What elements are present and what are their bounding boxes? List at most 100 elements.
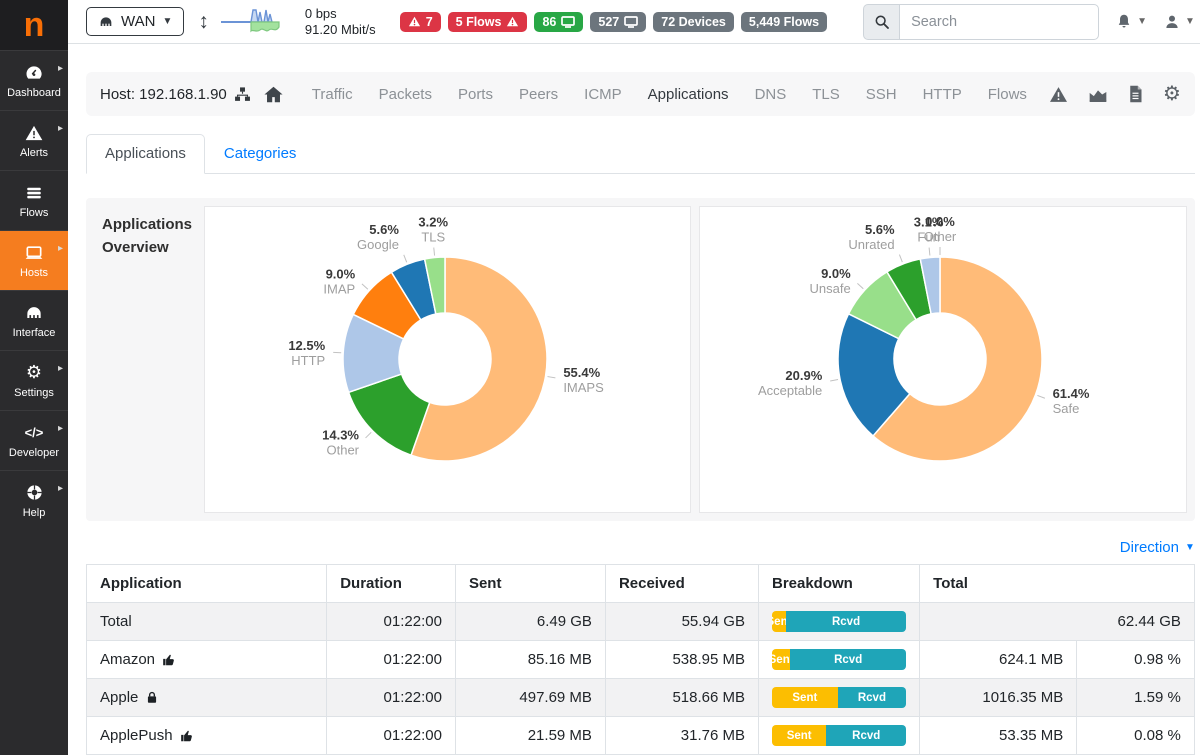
duration-cell: 01:22:00 [327,679,456,717]
donut-label: Safe [1053,401,1080,416]
donut-label: Unsafe [810,281,851,296]
thumbs-up-icon [162,653,176,667]
tab-applications[interactable]: Applications [86,134,205,174]
total-cell: 62.44 GB [920,603,1195,641]
host-title: Host: 192.168.1.90 [100,86,251,103]
table-row-total: Total 01:22:00 6.49 GB 55.94 GB Sent Rcv… [87,603,1195,641]
table-row-applepush: ApplePush 01:22:00 21.59 MB 31.76 MB Sen… [87,717,1195,755]
throughput-sparkline [221,3,295,41]
sent-cell: 6.49 GB [455,603,605,641]
col-sent: Sent [455,565,605,603]
topbar-right: ▼ ▼ [863,4,1195,40]
applications-donut-panel: 55.4%IMAPS14.3%Other12.5%HTTP9.0%IMAP5.6… [204,206,691,513]
warning-icon [506,16,519,27]
sidebar-item-interface[interactable]: Interface [0,290,68,350]
alerts-badge[interactable]: 7 [400,12,441,32]
ntopng-logo[interactable]: n [0,0,68,50]
ethernet-hub-icon [98,14,114,30]
throughput-readout: 0 bps 91.20 Mbit/s [305,6,376,38]
sidebar-item-dashboard[interactable]: Dashboard ▸ [0,50,68,110]
sidebar-item-alerts[interactable]: Alerts ▸ [0,110,68,170]
donut-label: Unrated [849,237,895,252]
sidebar-item-hosts[interactable]: Hosts ▸ [0,230,68,290]
sidebar-item-flows[interactable]: Flows [0,170,68,230]
sent-cell: 85.16 MB [455,641,605,679]
direction-dropdown[interactable]: Direction ▼ [1120,539,1195,556]
search-icon[interactable] [863,4,899,40]
host-nav-ports[interactable]: Ports [458,86,493,103]
label-leader-line [1038,395,1045,398]
host-nav-tls[interactable]: TLS [812,86,840,103]
breakdown-bar: Sent Rcvd [772,687,906,708]
total-cell: 53.35 MB [920,717,1077,755]
sidebar-item-help[interactable]: Help ▸ [0,470,68,530]
sitemap-icon[interactable] [234,86,251,103]
col-breakdown: Breakdown [758,565,919,603]
overview-label: Applications Overview [94,206,196,513]
report-icon[interactable] [1128,85,1143,103]
active-hosts-badge[interactable]: 86 [534,12,583,32]
interface-select[interactable]: WAN ▼ [86,7,184,36]
host-nav-traffic[interactable]: Traffic [312,86,353,103]
total-cell: 624.1 MB [920,641,1077,679]
bars-icon [25,183,43,203]
donut-label: 55.4% [563,365,600,380]
sidebar-item-label: Developer [9,447,59,459]
chevron-right-icon: ▸ [58,63,63,74]
chevron-down-icon: ▼ [1137,16,1147,27]
host-nav-applications[interactable]: Applications [648,86,729,103]
categories-donut-chart: 61.4%Safe20.9%Acceptable9.0%Unsafe5.6%Un… [700,207,1178,512]
status-badges: 7 5 Flows 86 527 72 Devices [400,12,827,32]
alerts-icon[interactable] [1049,86,1068,103]
host-nav-flows[interactable]: Flows [988,86,1027,103]
col-total: Total [920,565,1195,603]
host-action-icons: ⚙ [1049,84,1181,104]
received-cell: 538.95 MB [605,641,758,679]
search-group [863,4,1099,40]
flows-badge[interactable]: 5,449 Flows [741,12,827,32]
hosts-badge[interactable]: 527 [590,12,646,32]
breakdown-bar: Sent Rcvd [772,611,906,632]
user-icon [1163,13,1181,31]
breakdown-bar: Sent Rcvd [772,649,906,670]
label-leader-line [831,379,839,381]
search-input[interactable] [899,4,1099,40]
host-nav-packets[interactable]: Packets [379,86,432,103]
host-nav-http[interactable]: HTTP [923,86,962,103]
chevron-right-icon: ▸ [58,243,63,254]
sidebar-item-developer[interactable]: </> Developer ▸ [0,410,68,470]
host-nav-dns[interactable]: DNS [755,86,787,103]
bell-icon [1115,12,1133,31]
breakdown-rcvd: Rcvd [838,687,906,708]
received-cell: 55.94 GB [605,603,758,641]
tab-bar: Applications Categories [86,134,1195,174]
donut-label: Google [357,237,399,252]
chart-icon[interactable] [1088,86,1108,103]
user-menu[interactable]: ▼ [1163,13,1195,31]
sent-cell: 21.59 MB [455,717,605,755]
label-leader-line [404,255,407,262]
label-leader-line [858,283,864,288]
home-icon[interactable] [263,85,284,104]
tab-categories[interactable]: Categories [205,134,316,173]
sidebar-item-label: Help [23,507,46,519]
alerted-flows-badge[interactable]: 5 Flows [448,12,528,32]
sidebar-item-label: Settings [14,387,54,399]
host-header-bar: Host: 192.168.1.90 Traffic Packets Ports… [86,72,1195,116]
host-nav-peers[interactable]: Peers [519,86,558,103]
breakdown-sent: Sent [772,725,826,746]
table-row-apple: Apple 01:22:00 497.69 MB 518.66 MB Sent … [87,679,1195,717]
donut-label: 14.3% [322,427,359,442]
devices-badge[interactable]: 72 Devices [653,12,734,32]
label-leader-line [900,255,903,262]
settings-gear-icon[interactable]: ⚙ [1163,84,1181,104]
app-name-text: Total [100,613,132,630]
donut-label: IMAPS [563,380,604,395]
label-leader-line [366,432,372,438]
throughput-max: 91.20 Mbit/s [305,22,376,38]
host-nav-ssh[interactable]: SSH [866,86,897,103]
notifications-menu[interactable]: ▼ [1115,12,1147,31]
received-cell: 518.66 MB [605,679,758,717]
sidebar-item-settings[interactable]: ⚙ Settings ▸ [0,350,68,410]
host-nav-icmp[interactable]: ICMP [584,86,622,103]
